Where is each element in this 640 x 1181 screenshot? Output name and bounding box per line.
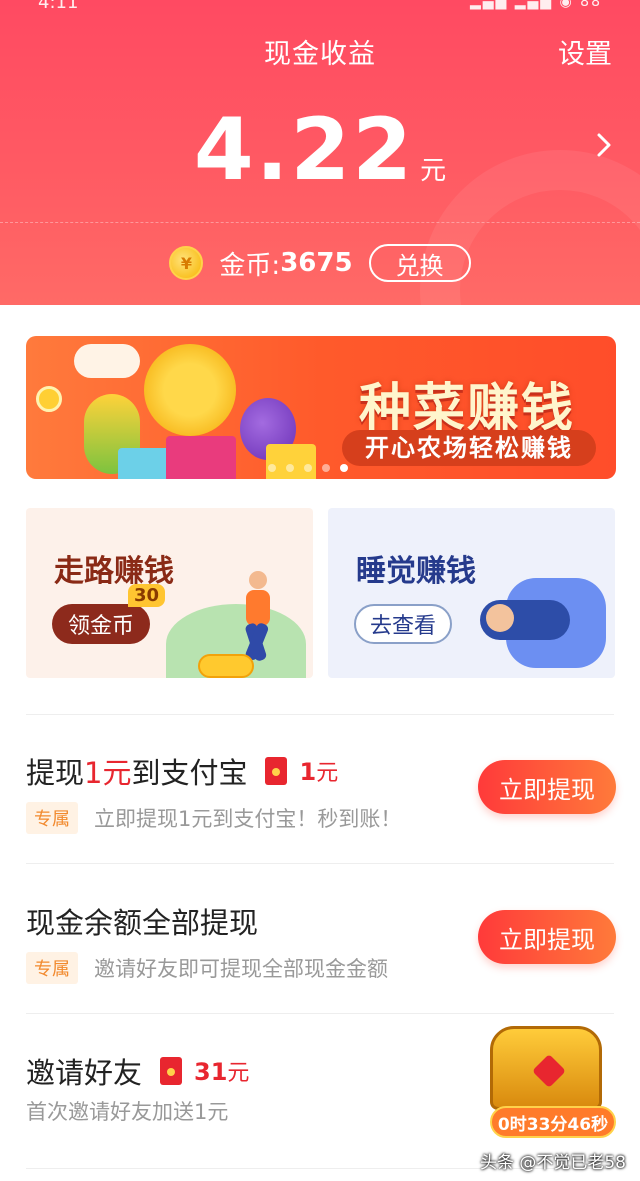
clock-illustration [36,386,62,412]
red-packet-icon [265,757,288,785]
watermark: 头条 @不觉已老58 [479,1153,626,1173]
section-divider [26,863,614,864]
heart-icon [532,1054,566,1088]
status-time: 4:11 [38,0,79,13]
sleeper-head-illustration [486,604,514,632]
cloud-illustration [74,344,140,378]
header-divider [0,222,640,223]
task-title: 提现 1元 到支付宝 1元 [26,750,338,792]
view-button[interactable]: 去查看 [354,604,452,644]
task-subtitle-row: 首次邀请好友加送1元 [26,1096,228,1126]
walk-earn-card[interactable]: 走路赚钱 领金币 30 [26,508,313,678]
coin-label: 金币: [219,250,281,281]
banner-pagination [268,464,348,472]
withdraw-now-button[interactable]: 立即提现 [478,760,616,814]
reward-value: 31 [194,1058,228,1086]
reward-unit: 元 [227,1061,250,1086]
settings-button[interactable]: 设置 [558,32,612,71]
header: 4:11 ▂▄▆ ▂▄▆ ◉ 88 现金收益 设置 4.22 元 ¥ 金币: 36… [0,0,640,305]
farm-banner[interactable]: 种菜赚钱 开心农场轻松赚钱 [26,336,616,479]
status-icons: ▂▄▆ ▂▄▆ ◉ 88 [470,0,602,10]
present-illustration [266,444,316,479]
coin-value: 3675 [280,248,353,278]
withdraw-now-button[interactable]: 立即提现 [478,910,616,964]
gift-box-illustration [166,436,236,479]
task-subtitle-row: 专属 立即提现1元到支付宝！秒到账！ [26,802,401,834]
countdown-timer: 0时33分46秒 [490,1106,616,1138]
pagination-dot[interactable] [304,464,312,472]
banner-subtitle: 开心农场轻松赚钱 [342,430,596,466]
balance-display: 4.22 元 [0,100,640,200]
balance-unit: 元 [420,156,447,186]
reward-unit: 元 [316,761,339,786]
treasure-chest-icon[interactable] [490,1026,602,1110]
coin-icon: ¥ [169,246,204,280]
reward-amount: 31元 [194,1055,249,1087]
battery-level: 88 [580,0,602,10]
coin-row: ¥ 金币: 3675 兑换 [0,244,640,282]
reward-amount: 1元 [299,755,338,787]
exclusive-tag: 专属 [26,952,78,984]
exchange-button[interactable]: 兑换 [368,244,471,282]
task-withdraw-1yuan: 提现 1元 到支付宝 1元 专属 立即提现1元到支付宝！秒到账！ 立即提现 [26,750,616,880]
sleep-card-title: 睡觉赚钱 [356,554,476,589]
task-title-prefix: 提现 [26,756,85,790]
task-title: 现金余额全部提现 [26,906,259,940]
exclusive-tag: 专属 [26,802,78,834]
page-title: 现金收益 [264,39,376,70]
coin-badge: 30 [128,584,166,607]
balance-amount: 4.22 [193,100,415,200]
pagination-dot[interactable] [286,464,294,472]
task-title-text: 邀请好友 [26,1056,143,1090]
task-subtitle: 立即提现1元到支付宝！秒到账！ [94,807,402,831]
cash-earnings-page: 4:11 ▂▄▆ ▂▄▆ ◉ 88 现金收益 设置 4.22 元 ¥ 金币: 36… [0,0,640,1181]
task-withdraw-all: 现金余额全部提现 专属 邀请好友即可提现全部现金金额 立即提现 [26,900,616,1030]
task-subtitle: 邀请好友即可提现全部现金金额 [94,957,388,981]
sunflower-illustration [144,344,236,436]
pagination-dot[interactable] [322,464,330,472]
task-subtitle: 首次邀请好友加送1元 [26,1100,229,1124]
chevron-right-icon[interactable] [596,130,614,160]
task-title-suffix: 到支付宝 [131,756,248,790]
coin-stack-illustration [198,654,254,678]
runner-illustration [245,571,270,661]
task-title-highlight: 1元 [84,756,132,790]
sleep-earn-card[interactable]: 睡觉赚钱 去查看 [328,508,615,678]
red-packet-icon [160,1057,183,1085]
task-subtitle-row: 专属 邀请好友即可提现全部现金金额 [26,952,388,984]
section-divider [26,1013,614,1014]
pagination-dot-active[interactable] [340,464,348,472]
task-title: 邀请好友 31元 [26,1050,249,1092]
collect-coins-button[interactable]: 领金币 [52,604,150,644]
section-divider [26,714,614,715]
pagination-dot[interactable] [268,464,276,472]
reward-value: 1 [299,758,317,786]
